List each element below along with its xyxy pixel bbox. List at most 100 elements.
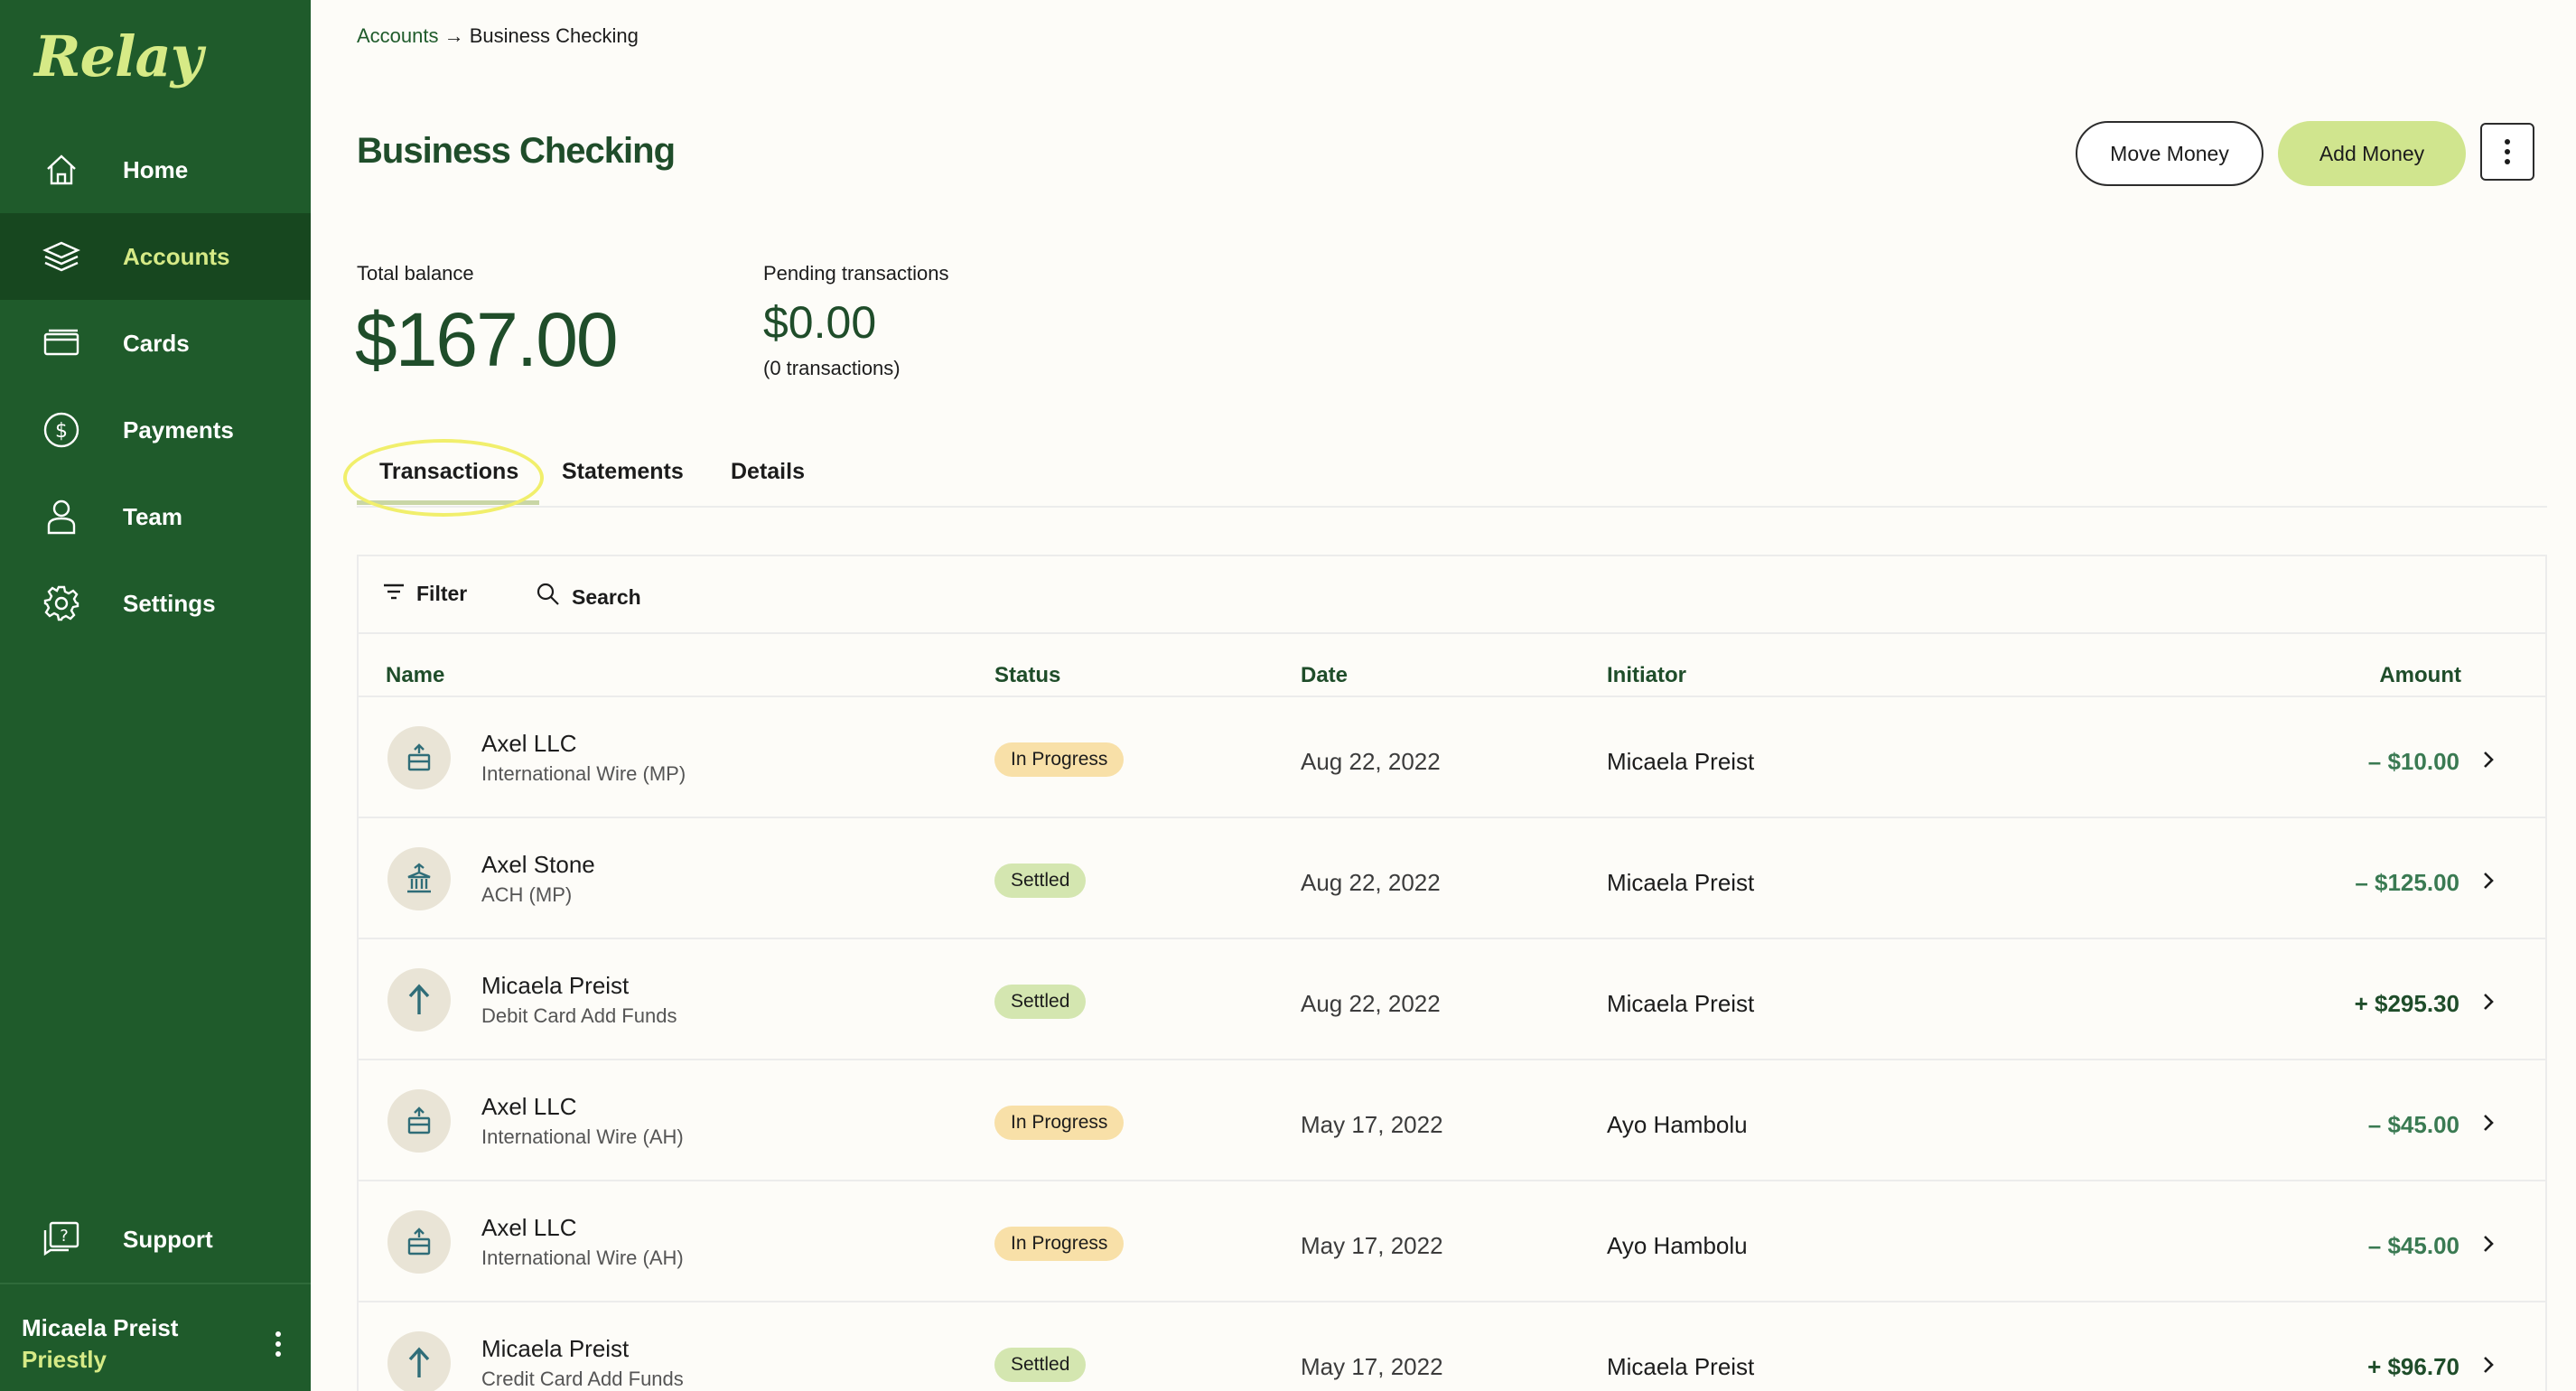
row-amount: – $125.00 (2355, 869, 2459, 896)
row-date: Aug 22, 2022 (1301, 869, 1441, 896)
user-org: Priestly (22, 1346, 107, 1373)
table-row[interactable]: Axel Stone ACH (MP) Settled Aug 22, 2022 Mic… (359, 818, 2545, 939)
column-header-date[interactable]: Date (1301, 663, 1348, 688)
row-type: International Wire (MP) (481, 762, 686, 785)
breadcrumb: Accounts → Business Checking (357, 24, 639, 48)
bank-icon (387, 847, 451, 910)
chevron-right-icon[interactable] (2478, 871, 2498, 891)
row-type: Debit Card Add Funds (481, 1004, 677, 1027)
chevron-right-icon[interactable] (2478, 1234, 2498, 1254)
row-date: Aug 22, 2022 (1301, 748, 1441, 775)
relay-logo[interactable]: Relay (34, 23, 203, 89)
status-badge: Settled (994, 864, 1087, 898)
home-icon (40, 148, 83, 191)
search-button[interactable]: Search (536, 582, 641, 612)
row-type: International Wire (AH) (481, 1125, 684, 1148)
row-date: May 17, 2022 (1301, 1232, 1443, 1259)
table-row[interactable]: Micaela Preist Debit Card Add Funds Settle… (359, 939, 2545, 1060)
sidebar-item-label: Support (123, 1225, 213, 1253)
more-options-button[interactable] (2480, 123, 2534, 181)
sidebar-item-payments[interactable]: $ Payments (0, 387, 311, 473)
sidebar-item-cards[interactable]: Cards (0, 300, 311, 387)
page-title: Business Checking (357, 131, 676, 171)
row-type: Credit Card Add Funds (481, 1368, 684, 1390)
column-header-name[interactable]: Name (386, 663, 444, 688)
sidebar-item-accounts[interactable]: Accounts (0, 213, 311, 300)
table-row[interactable]: Axel LLC International Wire (MP) In Progre… (359, 697, 2545, 818)
sidebar-item-team[interactable]: Team (0, 473, 311, 560)
status-badge: Settled (994, 985, 1087, 1019)
status-badge: Settled (994, 1348, 1087, 1382)
row-amount: + $96.70 (2367, 1353, 2459, 1380)
search-label: Search (572, 584, 641, 609)
sidebar-item-label: Settings (123, 589, 216, 617)
row-initiator: Micaela Preist (1607, 869, 1755, 896)
pending-transactions-count: (0 transactions) (763, 357, 901, 379)
sidebar-item-label: Cards (123, 329, 190, 357)
filter-button[interactable]: Filter (382, 582, 467, 606)
row-amount: – $10.00 (2367, 748, 2459, 775)
chevron-right-icon[interactable] (2478, 1113, 2498, 1133)
search-icon (536, 582, 561, 612)
layers-icon (40, 235, 83, 278)
column-header-initiator[interactable]: Initiator (1607, 663, 1686, 688)
chevron-right-icon[interactable] (2478, 992, 2498, 1012)
row-initiator: Micaela Preist (1607, 748, 1755, 775)
chevron-right-icon[interactable] (2478, 1355, 2498, 1375)
table-row[interactable]: Micaela Preist Credit Card Add Funds Settl… (359, 1302, 2545, 1391)
row-name: Axel LLC (481, 730, 577, 757)
wire-icon (387, 726, 451, 789)
sidebar-item-support[interactable]: ? Support (0, 1196, 311, 1283)
status-badge: In Progress (994, 1227, 1125, 1261)
total-balance-label: Total balance (357, 262, 474, 285)
row-type: International Wire (AH) (481, 1246, 684, 1269)
sidebar-item-label: Payments (123, 415, 234, 443)
row-name: Axel Stone (481, 851, 595, 878)
tab-details[interactable]: Details (731, 459, 805, 485)
table-row[interactable]: Axel LLC International Wire (AH) In Progre… (359, 1181, 2545, 1302)
table-row[interactable]: Axel LLC International Wire (AH) In Progre… (359, 1060, 2545, 1181)
row-date: May 17, 2022 (1301, 1353, 1443, 1380)
dollar-circle-icon: $ (40, 408, 83, 452)
tabs-divider (357, 506, 2547, 508)
user-menu-button[interactable] (267, 1328, 289, 1360)
row-date: May 17, 2022 (1301, 1111, 1443, 1138)
sidebar-item-home[interactable]: Home (0, 126, 311, 213)
move-money-button[interactable]: Move Money (2076, 121, 2263, 186)
sidebar-divider (0, 1283, 311, 1284)
row-amount: + $295.30 (2354, 990, 2459, 1017)
row-initiator: Ayo Hambolu (1607, 1232, 1748, 1259)
sidebar: Relay Home Accounts Cards $ Payments Tea… (0, 0, 311, 1391)
row-amount: – $45.00 (2367, 1111, 2459, 1138)
column-header-status[interactable]: Status (994, 663, 1060, 688)
add-money-button[interactable]: Add Money (2278, 121, 2466, 186)
card-icon (40, 322, 83, 365)
person-icon (40, 495, 83, 538)
sidebar-item-label: Home (123, 155, 189, 183)
gear-icon (40, 582, 83, 625)
row-initiator: Micaela Preist (1607, 990, 1755, 1017)
row-initiator: Micaela Preist (1607, 1353, 1755, 1380)
user-name: Micaela Preist (22, 1314, 179, 1341)
pending-transactions-label: Pending transactions (763, 262, 949, 285)
active-tab-indicator (357, 500, 539, 505)
row-date: Aug 22, 2022 (1301, 990, 1441, 1017)
wire-icon (387, 1210, 451, 1274)
status-badge: In Progress (994, 1106, 1125, 1140)
row-type: ACH (MP) (481, 883, 573, 906)
column-header-amount[interactable]: Amount (2379, 663, 2461, 688)
svg-text:?: ? (60, 1227, 69, 1246)
tab-transactions[interactable]: Transactions (379, 459, 518, 485)
pending-transactions-value: $0.00 (763, 297, 877, 348)
breadcrumb-accounts-link[interactable]: Accounts (357, 24, 439, 47)
row-name: Micaela Preist (481, 1335, 630, 1362)
wire-icon (387, 1089, 451, 1153)
sidebar-item-settings[interactable]: Settings (0, 560, 311, 647)
tab-statements[interactable]: Statements (562, 459, 684, 485)
status-badge: In Progress (994, 742, 1125, 777)
breadcrumb-arrow-icon: → (443, 24, 464, 47)
svg-text:$: $ (55, 420, 68, 443)
chevron-right-icon[interactable] (2478, 750, 2498, 770)
row-name: Axel LLC (481, 1214, 577, 1241)
toolbar-divider (359, 632, 2545, 634)
